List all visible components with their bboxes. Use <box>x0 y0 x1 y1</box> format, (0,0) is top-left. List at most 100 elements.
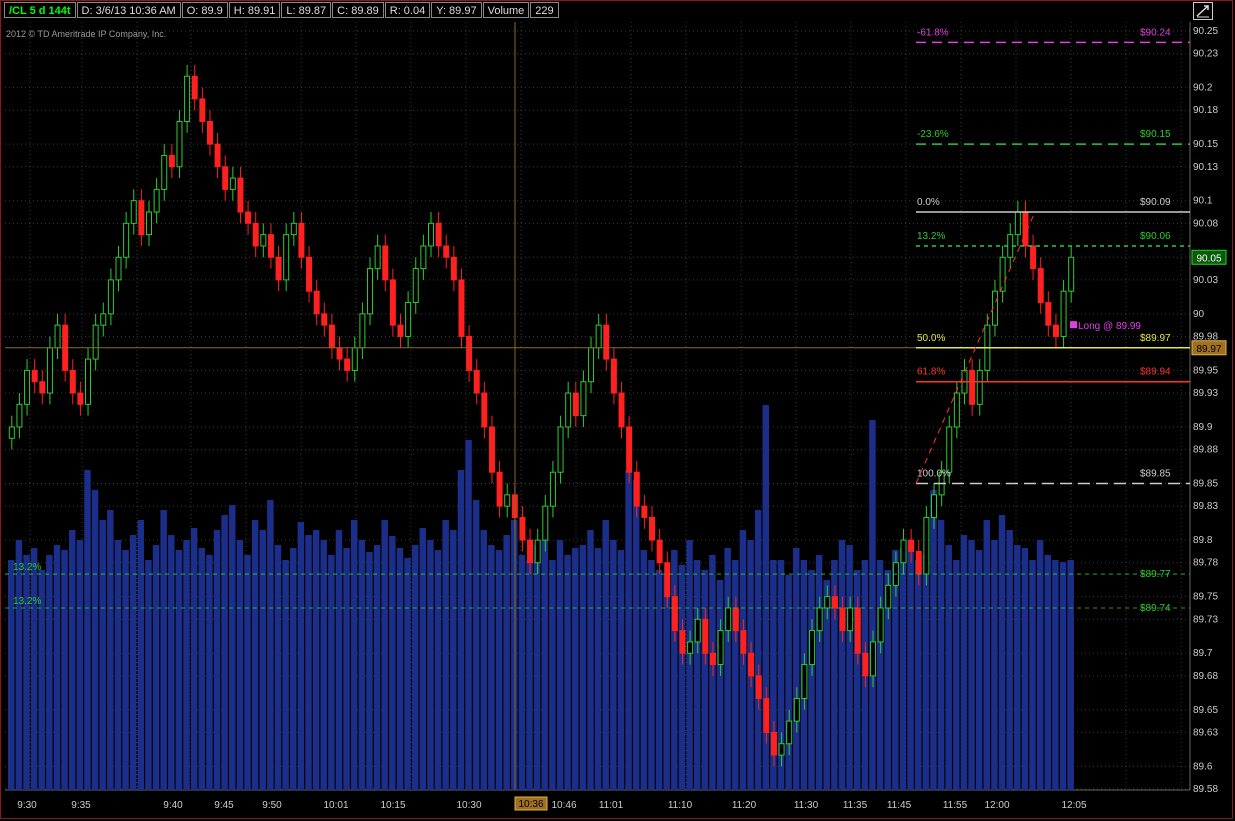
candle-body <box>359 313 366 349</box>
price-tick-label: 89.9 <box>1193 422 1213 433</box>
volume-bar <box>587 530 594 790</box>
volume-bar <box>305 535 312 790</box>
volume-label: Volume <box>482 2 530 18</box>
volume-bar <box>160 510 167 790</box>
volume-bar <box>907 540 914 790</box>
volume-value: 229 <box>530 2 559 18</box>
candle-body <box>847 607 854 632</box>
candle-body <box>275 256 282 281</box>
volume-bar <box>640 550 648 790</box>
fib-price-lower: $89.77 <box>1140 569 1171 580</box>
volume-bar <box>259 530 266 790</box>
candle-body <box>885 584 892 609</box>
candle-body <box>16 403 23 428</box>
candle-body <box>138 200 145 236</box>
candle-body <box>458 279 465 337</box>
time-tick-label: 10:46 <box>551 800 576 811</box>
fib-level-percent: -23.6% <box>917 129 949 140</box>
last-price-label: 90.05 <box>1196 253 1221 264</box>
volume-bar <box>91 490 99 790</box>
candle-body <box>306 256 313 292</box>
price-tick-label: 90.03 <box>1193 275 1218 286</box>
price-chart[interactable]: 90.25 90.23 90.2 90.18 90.15 90.13 90.1 90.08 90… <box>0 0 1235 821</box>
candle-body <box>542 505 549 541</box>
candle-body <box>565 392 572 428</box>
fib-level-percent: 13.2% <box>917 231 945 242</box>
candle-body <box>969 369 976 405</box>
candle-body <box>31 369 38 383</box>
volume-bar <box>46 555 53 790</box>
fib-level-price: $89.85 <box>1140 469 1171 480</box>
volume-bar <box>15 540 23 790</box>
candle-body <box>214 143 221 168</box>
candle-body <box>603 324 610 360</box>
volume-bar <box>30 548 38 790</box>
volume-bar <box>289 548 297 790</box>
candle-body <box>405 302 412 337</box>
volume-bar <box>99 520 106 790</box>
volume-bar <box>381 520 388 790</box>
volume-bar <box>480 530 488 790</box>
candle-body <box>336 347 343 360</box>
candle-body <box>755 675 762 699</box>
volume-bar <box>823 580 830 790</box>
candle-body <box>313 290 320 315</box>
volume-bar <box>76 540 84 790</box>
volume-bar <box>975 550 983 790</box>
volume-bar <box>129 535 137 790</box>
volume-bar <box>1029 560 1036 790</box>
candle-body <box>656 539 663 564</box>
volume-bar <box>655 570 663 790</box>
volume-bar <box>998 515 1006 790</box>
volume-bar <box>533 545 541 790</box>
volume-bar <box>8 560 15 790</box>
volume-bar <box>236 540 244 790</box>
volume-bar <box>84 470 91 790</box>
candle-body <box>626 426 633 473</box>
candle-body <box>786 720 793 745</box>
candle-body <box>763 697 770 733</box>
candle-body <box>267 234 274 258</box>
candle-body <box>252 222 259 247</box>
volume-bar <box>1044 555 1051 790</box>
volume-bar <box>556 540 564 790</box>
volume-bar <box>419 528 427 790</box>
candle-body <box>595 324 602 349</box>
candle-body <box>481 392 488 428</box>
volume-bar <box>229 505 236 790</box>
volume-bar <box>808 570 815 790</box>
candle-body <box>709 652 716 666</box>
y-price-label: 89.97 <box>1196 344 1221 355</box>
volume-bar <box>785 575 792 790</box>
candle-body <box>107 279 114 315</box>
volume-bar <box>1067 560 1074 790</box>
candle-body <box>923 516 930 575</box>
candle-body <box>344 358 351 371</box>
volume-bar <box>61 550 68 790</box>
time-tick-label: 9:50 <box>262 800 282 811</box>
volume-bar <box>709 555 716 790</box>
volume-bar <box>511 520 518 790</box>
candle-body <box>92 324 99 360</box>
volume-bar <box>23 555 30 790</box>
candle-body <box>702 618 709 654</box>
candle-body <box>824 596 831 609</box>
symbol-field[interactable]: /CL 5 d 144t <box>4 2 76 18</box>
candle-body <box>1068 256 1075 292</box>
volume-bar <box>190 528 198 790</box>
price-tick-label: 89.73 <box>1193 614 1218 625</box>
volume-bar <box>343 548 350 790</box>
fib-level-price: $90.09 <box>1140 197 1171 208</box>
candle-body <box>488 426 495 473</box>
volume-bar <box>244 555 251 790</box>
candle-body <box>816 607 823 632</box>
cursor-tool-button[interactable] <box>1193 2 1213 20</box>
volume-bar <box>335 530 343 790</box>
time-tick-label: 9:40 <box>163 800 183 811</box>
volume-bar <box>960 535 968 790</box>
candle-body <box>862 652 869 677</box>
volume-bar <box>503 535 510 790</box>
candle-body <box>679 630 686 654</box>
volume-bar <box>465 440 472 790</box>
volume-bar <box>1021 548 1029 790</box>
